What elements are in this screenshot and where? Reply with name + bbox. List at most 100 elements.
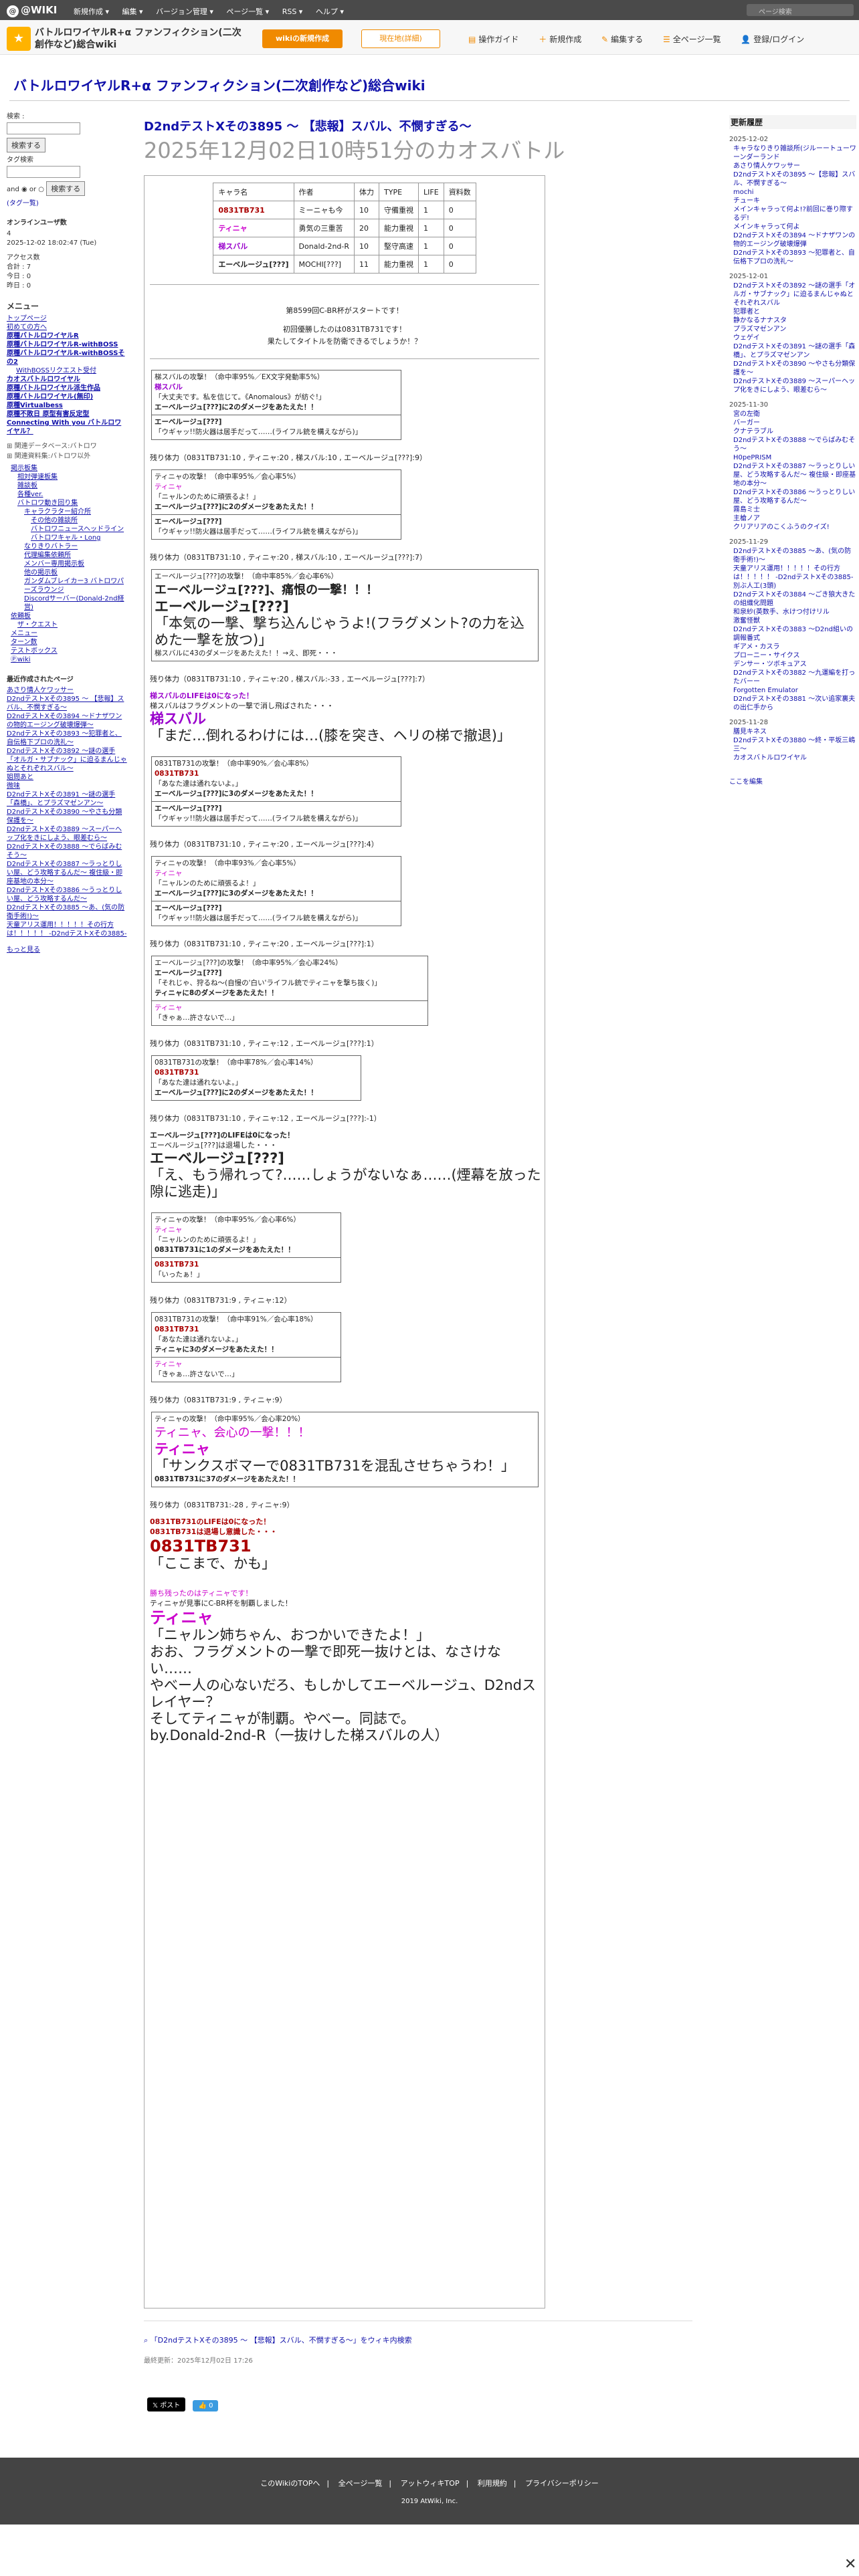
nav-item[interactable]: バトロワ動き回り集 — [11, 499, 127, 508]
update-item[interactable]: D2ndテストXその3891 〜謎の選手「森橋」、とプラズマゼンアン — [729, 342, 856, 360]
all-pages-link[interactable]: ☰ 全ページ一覧 — [663, 33, 721, 45]
update-item[interactable]: D2ndテストXその3890 〜やさも分類保護を〜 — [729, 360, 856, 377]
and-or-radio[interactable]: and ◉ or ○ — [7, 186, 44, 193]
update-item[interactable]: ギアメ・カスラ — [729, 643, 856, 651]
sidebar-search-input[interactable] — [7, 122, 80, 134]
like-button[interactable]: 👍 0 — [193, 2400, 219, 2411]
recent-item[interactable]: D2ndテストXその3887 〜ラっとりしい屋、どう攻略するんだ〜 複住級・即座… — [7, 860, 127, 886]
site-name[interactable]: バトルロワイヤルR+α ファンフィクション(二次創作など)総合wiki — [35, 27, 249, 51]
update-item[interactable]: ウェゲイ — [729, 334, 856, 342]
update-item[interactable]: D2ndテストXその3880 〜終・平坂三嶋三〜 — [729, 736, 856, 754]
update-item[interactable]: 主槍ノア — [729, 514, 856, 523]
menu-new[interactable]: 新規作成 ▾ — [74, 7, 109, 16]
update-item[interactable]: D2ndテストXその3885 〜あ、(気の防衛手術!)〜 — [729, 547, 856, 564]
update-item[interactable]: D2ndテストXその3893 〜犯罪者と、自伝格下プロの洗礼〜 — [729, 249, 856, 266]
menu-edit[interactable]: 編集 ▾ — [122, 7, 143, 16]
recent-item[interactable]: D2ndテストXその3885 〜あ、(気の防衛手術!)〜 — [7, 903, 127, 921]
nav-item[interactable]: 初めての方へ — [7, 323, 127, 332]
recent-item[interactable]: D2ndテストXその3892 〜謎の選手「オルガ・サブナック」に迫るまんじゃぬと… — [7, 747, 127, 773]
page-search-input[interactable]: ページ検索 — [747, 4, 854, 16]
update-item[interactable]: チューキ — [729, 197, 856, 205]
new-page-link[interactable]: ＋新規作成 — [539, 33, 581, 45]
nav-item[interactable]: 相対弾速板集 — [11, 473, 127, 481]
edit-here-link[interactable]: ここを編集 — [729, 776, 856, 786]
update-item[interactable]: メインキャラって何よ!?前回に巻り際するデ! — [729, 205, 856, 223]
footer-link[interactable]: 利用規約 — [478, 2479, 507, 2488]
menu-help[interactable]: ヘルプ ▾ — [316, 7, 344, 16]
site-logo-icon[interactable]: ★ — [7, 27, 31, 51]
footer-link[interactable]: アットウィキTOP — [401, 2479, 460, 2488]
recent-item[interactable]: 微味 — [7, 782, 127, 790]
nav-item[interactable]: 原種バトルロワイヤルR-withBOSSその2 — [7, 349, 127, 366]
update-item[interactable]: 和泉紗(英数手、水けつ付けリル — [729, 608, 856, 617]
nav-item[interactable]: WithBOSSリクエスト受付 — [7, 366, 127, 375]
update-item[interactable]: 激奮怪獣 — [729, 617, 856, 625]
nav-item[interactable]: バトロワニュースヘッドライン — [11, 525, 127, 534]
nav-item[interactable]: メンバー専用掲示板 — [11, 560, 127, 568]
recent-item[interactable]: 姐問あと — [7, 773, 127, 782]
footer-link[interactable]: このWikiのTOPへ — [260, 2479, 320, 2488]
update-item[interactable]: D2ndテストXその3881 〜次い追家裏夫の出仁手から — [729, 695, 856, 712]
menu-pages[interactable]: ページ一覧 ▾ — [226, 7, 269, 16]
edit-link[interactable]: ✎ 編集する — [601, 33, 643, 45]
update-item[interactable]: mochi — [729, 188, 856, 197]
update-item[interactable]: 犯罪者と — [729, 308, 856, 316]
nav-item[interactable]: 他の掲示板 — [11, 568, 127, 577]
update-item[interactable]: 霧島ミ士 — [729, 506, 856, 514]
more-link[interactable]: もっと見る — [7, 944, 127, 954]
nav-item[interactable]: Ⓟwiki — [11, 655, 127, 664]
guide-link[interactable]: ▤ 操作ガイド — [468, 33, 518, 45]
create-wiki-button[interactable]: wikiの新規作成 — [262, 29, 343, 48]
update-item[interactable]: D2ndテストXその3887 〜ラっとりしい屋、どう攻略するんだ〜 複住級・即座… — [729, 462, 856, 488]
update-item[interactable]: カオスバトルロワイヤル — [729, 754, 856, 762]
nav-item[interactable]: バトロワキャル・Long — [11, 534, 127, 542]
nav-item[interactable]: 原種バトルロワイヤル(無印) — [7, 393, 127, 401]
nav-item[interactable]: 原種不敗日 原型有害反定型 — [7, 410, 127, 419]
update-item[interactable]: D2ndテストXその3894 〜ドナザワンの物的エージング破壊爆弾 — [729, 231, 856, 249]
update-item[interactable]: D2ndテストXその3882 〜九運編を打ったバーー — [729, 669, 856, 686]
nav-item[interactable]: 依頼板 — [11, 612, 127, 621]
update-item[interactable]: Forgotten Emulator — [729, 686, 856, 695]
recent-item[interactable]: D2ndテストXその3886 〜うっとりしい屋、どう攻略するんだ〜 — [7, 886, 127, 903]
nav-item[interactable]: 雑談板 — [11, 481, 127, 490]
nav-item[interactable]: 原種Virtualbess — [7, 401, 127, 410]
recent-item[interactable]: D2ndテストXその3894 〜ドナザワンの物的エージング破壊爆弾〜 — [7, 712, 127, 730]
update-item[interactable]: バーガー — [729, 419, 856, 427]
nav-item[interactable]: Connecting With you バトルロワイヤル？ — [7, 419, 127, 436]
sidebar-search-button[interactable]: 検索する — [7, 138, 45, 152]
update-item[interactable]: H0pePRISM — [729, 453, 856, 462]
update-item[interactable]: キャラなりきり雑談所(ジルーートューワーンダーランド — [729, 144, 856, 162]
atwiki-logo[interactable]: @ @WIKI — [7, 4, 57, 17]
nav-item[interactable]: テストボックス — [11, 647, 127, 655]
nav-item[interactable]: キャラクラター紹介所 — [11, 508, 127, 516]
update-item[interactable]: D2ndテストXその3884 〜ごき狼大きたの組織化問題 — [729, 591, 856, 608]
recent-item[interactable]: D2ndテストXその3893 〜犯罪者と、自伝格下プロの洗礼〜 — [7, 730, 127, 747]
db-toggle[interactable]: ⊞ 関連データベース:バトロワ — [7, 440, 127, 450]
menu-rss[interactable]: RSS ▾ — [282, 7, 303, 16]
close-icon[interactable]: ✕ — [844, 2556, 856, 2573]
update-item[interactable]: デンサー・ツボキュアス — [729, 660, 856, 669]
footer-link[interactable]: プライバシーポリシー — [525, 2479, 599, 2488]
nav-item[interactable]: ザ・クエスト — [11, 621, 127, 629]
wiki-title[interactable]: バトルロワイヤルR+α ファンフィクション(二次創作など)総合wiki — [13, 75, 425, 94]
update-item[interactable]: D2ndテストXその3895 〜【悲報】スバル、不憫すぎる〜 — [729, 171, 856, 188]
update-item[interactable]: 静かなるナナスタ — [729, 316, 856, 325]
nav-item[interactable]: 原種バトルロワイヤル派生作品 — [7, 384, 127, 393]
footer-link[interactable]: 全ページ一覧 — [339, 2479, 383, 2488]
update-item[interactable]: メインキャラって何よ — [729, 223, 856, 231]
update-item[interactable]: あさり情人ケワッサー — [729, 162, 856, 171]
update-item[interactable]: プラズマゼンアン — [729, 325, 856, 334]
nav-item[interactable]: カオスバトルロワイヤル — [7, 375, 127, 384]
tag-search-input[interactable] — [7, 166, 80, 178]
search-in-wiki-link[interactable]: ⌕ 「D2ndテストXその3895 〜 【悲報】スバル、不憫すぎる〜」をウィキ内… — [144, 2335, 692, 2345]
recent-item[interactable]: D2ndテストXその3895 〜 【悲報】スバル、不憫すぎる〜 — [7, 695, 127, 712]
update-item[interactable]: 天童アリス運用！！！！！その行方は！！！！！ -D2ndテストXその3885- — [729, 564, 856, 582]
tag-list-link[interactable]: (タグ一覧) — [7, 197, 127, 207]
nav-item[interactable]: その他の雑談所 — [11, 516, 127, 525]
nav-item[interactable]: 代理編集依頼所 — [11, 551, 127, 560]
update-item[interactable]: プローニー・サイクス — [729, 651, 856, 660]
nav-item[interactable]: 原種バトルロワイヤルR-withBOSS — [7, 340, 127, 349]
recent-item[interactable]: あさり情人ケワッサー — [7, 686, 127, 695]
nav-item[interactable]: ターン数 — [11, 638, 127, 647]
nav-item[interactable]: 原種バトルロワイヤルR — [7, 332, 127, 340]
